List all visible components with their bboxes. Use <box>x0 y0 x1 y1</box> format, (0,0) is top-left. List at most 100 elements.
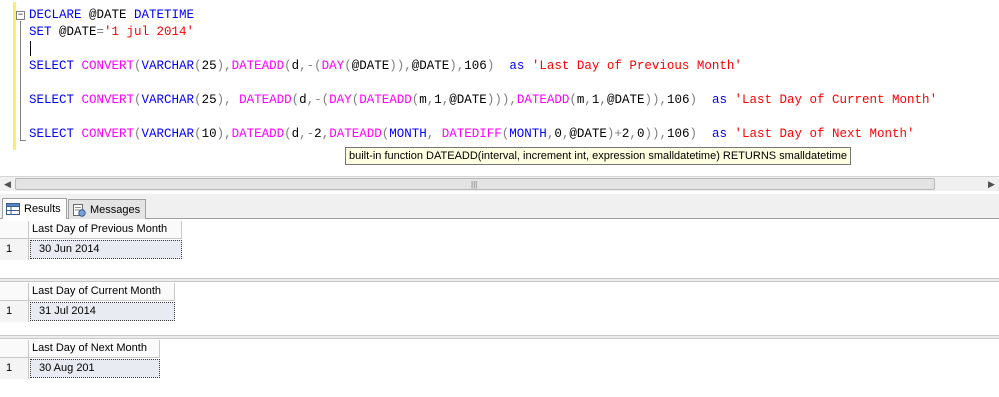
code-token: = <box>96 25 105 39</box>
messages-icon <box>72 203 86 217</box>
code-token: 'Last Day of Current Month' <box>734 93 938 107</box>
code-token: @DATE <box>449 93 487 107</box>
code-token: ), <box>216 59 232 73</box>
code-token: SELECT <box>29 93 82 107</box>
result-cell[interactable]: 30 Jun 2014 <box>30 240 182 259</box>
code-token: ) <box>486 59 510 73</box>
code-token: @DATE <box>411 59 450 73</box>
code-token: , <box>509 93 517 107</box>
code-token: '1 jul 2014' <box>104 25 195 39</box>
code-token: , <box>584 93 592 107</box>
code-token: ,- <box>299 127 315 141</box>
code-token: VARCHAR <box>141 59 195 73</box>
code-token: SET <box>29 25 60 39</box>
code-token: DATEADD <box>516 93 570 107</box>
code-token: )) <box>644 93 660 107</box>
code-token: CONVERT <box>81 59 135 73</box>
scrollbar-grip-icon: ||| <box>471 180 478 189</box>
change-tracking-bar <box>13 2 16 150</box>
grid-icon <box>6 203 20 215</box>
code-line-4[interactable]: SELECT CONVERT(VARCHAR(25),DATEADD(d,-(D… <box>29 59 742 74</box>
result-cell[interactable]: 31 Jul 2014 <box>30 302 175 321</box>
code-token: CONVERT <box>81 93 135 107</box>
code-line-6[interactable]: SELECT CONVERT(VARCHAR(25), DATEADD(d,-(… <box>29 93 937 108</box>
code-token: CONVERT <box>81 127 135 141</box>
code-token: , <box>599 93 607 107</box>
code-token: @DATE <box>89 8 135 22</box>
code-token: VARCHAR <box>141 127 195 141</box>
scrollbar-thumb[interactable]: ||| <box>15 178 935 190</box>
query-editor[interactable]: − DECLARE @DATE DATETIME SET @DATE='1 ju… <box>0 0 999 176</box>
code-token: ,-( <box>306 93 330 107</box>
intellisense-tooltip: built-in function DATEADD(interval, incr… <box>345 147 852 165</box>
code-token: ( <box>194 59 202 73</box>
code-token: DECLARE <box>29 8 90 22</box>
code-token: DAY <box>321 59 345 73</box>
code-line-1[interactable]: DECLARE @DATE DATETIME <box>29 8 194 23</box>
code-token: ))) <box>486 93 510 107</box>
outline-guide <box>20 21 22 141</box>
results-panel: Last Day of Previous Month 1 30 Jun 2014… <box>0 219 999 397</box>
column-header[interactable]: Last Day of Previous Month <box>29 221 182 239</box>
code-token: 2 <box>314 127 322 141</box>
code-token: 'Last Day of Previous Month' <box>531 59 742 73</box>
outline-guide-end <box>20 140 26 141</box>
code-line-8[interactable]: SELECT CONVERT(VARCHAR(10),DATEADD(d,-2,… <box>29 127 915 142</box>
code-token: ( <box>134 59 142 73</box>
tab-results[interactable]: Results <box>2 198 67 219</box>
code-token: DATETIME <box>134 8 195 22</box>
column-header[interactable]: Last Day of Next Month <box>29 340 160 358</box>
text-caret <box>30 41 31 56</box>
code-token: ( <box>194 127 202 141</box>
code-token: ), <box>216 93 240 107</box>
code-token: , <box>404 59 412 73</box>
code-token: 25 <box>201 93 217 107</box>
code-token: MONTH <box>389 127 427 141</box>
code-token: @DATE <box>569 127 607 141</box>
pane-splitter[interactable] <box>0 278 999 282</box>
pane-splitter[interactable] <box>0 335 999 339</box>
code-token: ) <box>689 93 713 107</box>
code-token: ) <box>449 59 457 73</box>
tab-messages-label: Messages <box>90 203 141 216</box>
grid-corner[interactable] <box>0 283 29 301</box>
column-header[interactable]: Last Day of Current Month <box>29 283 175 301</box>
code-token: DATEDIFF <box>441 127 502 141</box>
code-token: ( <box>134 93 142 107</box>
results-tab-bar: Results Messages <box>0 194 999 219</box>
code-token: ,-( <box>299 59 322 73</box>
result-cell[interactable]: 30 Aug 201 <box>30 359 160 378</box>
code-token: 25 <box>201 59 217 73</box>
code-token: , <box>426 127 442 141</box>
code-token: VARCHAR <box>141 93 195 107</box>
row-number[interactable]: 1 <box>0 301 29 322</box>
code-token: DATEADD <box>231 59 285 73</box>
code-token: , <box>659 93 667 107</box>
scroll-left-icon[interactable]: ◀ <box>0 177 15 191</box>
code-token: DATEADD <box>359 93 412 107</box>
code-token: 10 <box>201 127 217 141</box>
code-token: , <box>629 127 637 141</box>
row-number[interactable]: 1 <box>0 239 29 260</box>
code-token: @DATE <box>606 93 645 107</box>
code-token: DATEADD <box>329 127 382 141</box>
horizontal-scrollbar[interactable]: ◀ ||| ▶ <box>0 176 999 191</box>
tab-messages[interactable]: Messages <box>68 199 147 219</box>
collapse-outline-icon[interactable]: − <box>16 11 25 20</box>
code-token: DAY <box>329 93 352 107</box>
code-token: ( <box>344 59 352 73</box>
code-token: 1 <box>434 93 442 107</box>
code-token: @DATE <box>351 59 390 73</box>
code-token: @DATE <box>59 25 97 39</box>
grid-corner[interactable] <box>0 221 29 239</box>
code-token: SELECT <box>29 127 82 141</box>
code-token: SELECT <box>29 59 82 73</box>
code-token: )) <box>644 127 660 141</box>
grid-corner[interactable] <box>0 340 29 358</box>
code-token: + <box>614 127 622 141</box>
code-token: ( <box>134 127 142 141</box>
scroll-right-icon[interactable]: ▶ <box>984 177 999 191</box>
code-token: 'Last Day of Next Month' <box>734 127 915 141</box>
code-line-2[interactable]: SET @DATE='1 jul 2014' <box>29 25 194 40</box>
row-number[interactable]: 1 <box>0 358 29 379</box>
